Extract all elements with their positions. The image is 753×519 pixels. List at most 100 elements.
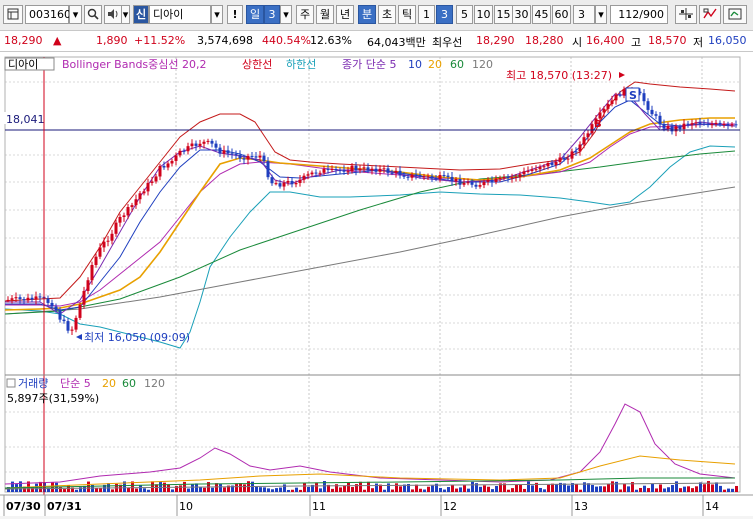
period-week-button[interactable]: 주	[296, 5, 314, 24]
candle-body	[670, 126, 674, 132]
candle-body	[574, 151, 578, 153]
stock-code-dropdown[interactable]: ▾	[69, 5, 82, 24]
candle-body	[210, 140, 214, 144]
candle-body	[354, 165, 358, 171]
draw-icon[interactable]	[699, 5, 721, 24]
candle-body	[622, 89, 626, 96]
xaxis-label: 12	[443, 500, 457, 513]
interval-button-60[interactable]: 60	[552, 5, 571, 24]
period-year-button[interactable]: 년	[336, 5, 354, 24]
turnover-rate: 12.63%	[310, 34, 352, 47]
stock-code-input[interactable]: 003160	[25, 5, 71, 24]
candle-body	[330, 168, 334, 170]
xaxis-label: 14	[705, 500, 719, 513]
candle-body	[122, 215, 126, 217]
interval-select-dropdown[interactable]: ▾	[595, 5, 607, 24]
candle-body	[370, 168, 374, 171]
candle-body	[702, 123, 706, 125]
candle-body	[70, 329, 74, 331]
candle-body	[26, 297, 30, 301]
market-tag: 신	[133, 5, 149, 24]
chart-settings-icon[interactable]	[723, 5, 747, 24]
volume-bar	[731, 488, 734, 492]
volume-bar	[711, 484, 714, 492]
stock-name-display[interactable]: 디아이	[149, 5, 211, 24]
volume-bar	[683, 486, 686, 492]
search-icon[interactable]	[84, 5, 102, 24]
period-day-value[interactable]: 3	[264, 5, 280, 24]
low-price: 16,050	[708, 34, 747, 47]
volume-bar	[63, 489, 66, 492]
candle-body	[450, 176, 454, 182]
volume-bar	[371, 488, 374, 492]
volume-bar	[551, 483, 554, 492]
period-second-button[interactable]: 초	[378, 5, 396, 24]
period-minute-button[interactable]: 분	[358, 5, 376, 24]
volume-bar	[219, 483, 222, 492]
best-ask: 18,290	[476, 34, 515, 47]
candle-body	[290, 180, 294, 185]
speaker-icon[interactable]	[104, 5, 122, 24]
candle-body	[166, 163, 170, 168]
candle-body	[462, 183, 466, 185]
bollinger-lower-line	[4, 145, 736, 349]
interval-button-5[interactable]: 5	[456, 5, 473, 24]
interval-button-45[interactable]: 45	[532, 5, 551, 24]
period-month-button[interactable]: 월	[316, 5, 334, 24]
volume-legend-item: 120	[144, 377, 165, 390]
interval-button-3[interactable]: 3	[436, 5, 453, 24]
interval-button-30[interactable]: 30	[512, 5, 531, 24]
candle-body	[366, 167, 370, 171]
candle-body	[102, 241, 106, 248]
price-change: 1,890	[96, 34, 128, 47]
volume-bar	[351, 487, 354, 492]
volume-legend-item: 단순 5	[60, 377, 91, 390]
volume-bar	[423, 489, 426, 492]
volume-bar	[643, 485, 646, 492]
speaker-dropdown[interactable]: ▾	[122, 5, 130, 24]
candle-body	[110, 233, 114, 241]
stock-name-dropdown[interactable]: ▾	[211, 5, 223, 24]
xaxis-label: 13	[574, 500, 588, 513]
interval-button-15[interactable]: 15	[494, 5, 513, 24]
volume-bar	[187, 488, 190, 492]
grid-icon[interactable]	[3, 5, 23, 24]
period-day-dropdown[interactable]: ▾	[280, 5, 292, 24]
volume-bar	[603, 486, 606, 492]
volume-bar	[695, 486, 698, 492]
stock-chart[interactable]: 디아이 Bollinger Bands중심선 20,2 상한선 하한선 종가 단순 5…	[0, 52, 753, 516]
candle-body	[410, 174, 414, 178]
candle-body	[374, 168, 378, 172]
volume-bar	[387, 483, 390, 492]
volume-bar	[647, 488, 650, 492]
volume-bar	[511, 488, 514, 492]
interval-button-10[interactable]: 10	[474, 5, 493, 24]
last-volume-label: 5,897주(31,59%)	[7, 392, 99, 405]
chart-area[interactable]: 디아이 Bollinger Bands중심선 20,2 상한선 하한선 종가 단순 5…	[0, 52, 753, 516]
volume-bar	[439, 487, 442, 492]
period-tick-button[interactable]: 틱	[398, 5, 416, 24]
candle-body	[522, 171, 526, 175]
candle-body	[614, 94, 618, 101]
interval-button-1[interactable]: 1	[418, 5, 435, 24]
candle-body	[646, 101, 650, 110]
crosshair-icon[interactable]	[675, 5, 697, 24]
volume-bar	[191, 484, 194, 492]
alert-button[interactable]: !	[227, 5, 243, 24]
interval-select[interactable]: 3	[573, 5, 595, 24]
candle-body	[346, 171, 350, 173]
legend-item: 120	[472, 58, 493, 71]
candle-body	[326, 168, 330, 170]
candle-body	[62, 319, 66, 322]
candle-body	[654, 114, 658, 116]
count-display[interactable]: 112/900	[610, 5, 668, 24]
volume-bar	[555, 484, 558, 492]
volume-bar	[691, 488, 694, 492]
volume-bar	[595, 486, 598, 492]
period-day-button[interactable]: 일	[246, 5, 264, 24]
high-label: 고	[631, 36, 642, 49]
volume-bar	[211, 487, 214, 492]
volume-bar	[699, 482, 702, 492]
xaxis-label: 07/31	[47, 500, 82, 513]
candle-body	[106, 240, 110, 242]
